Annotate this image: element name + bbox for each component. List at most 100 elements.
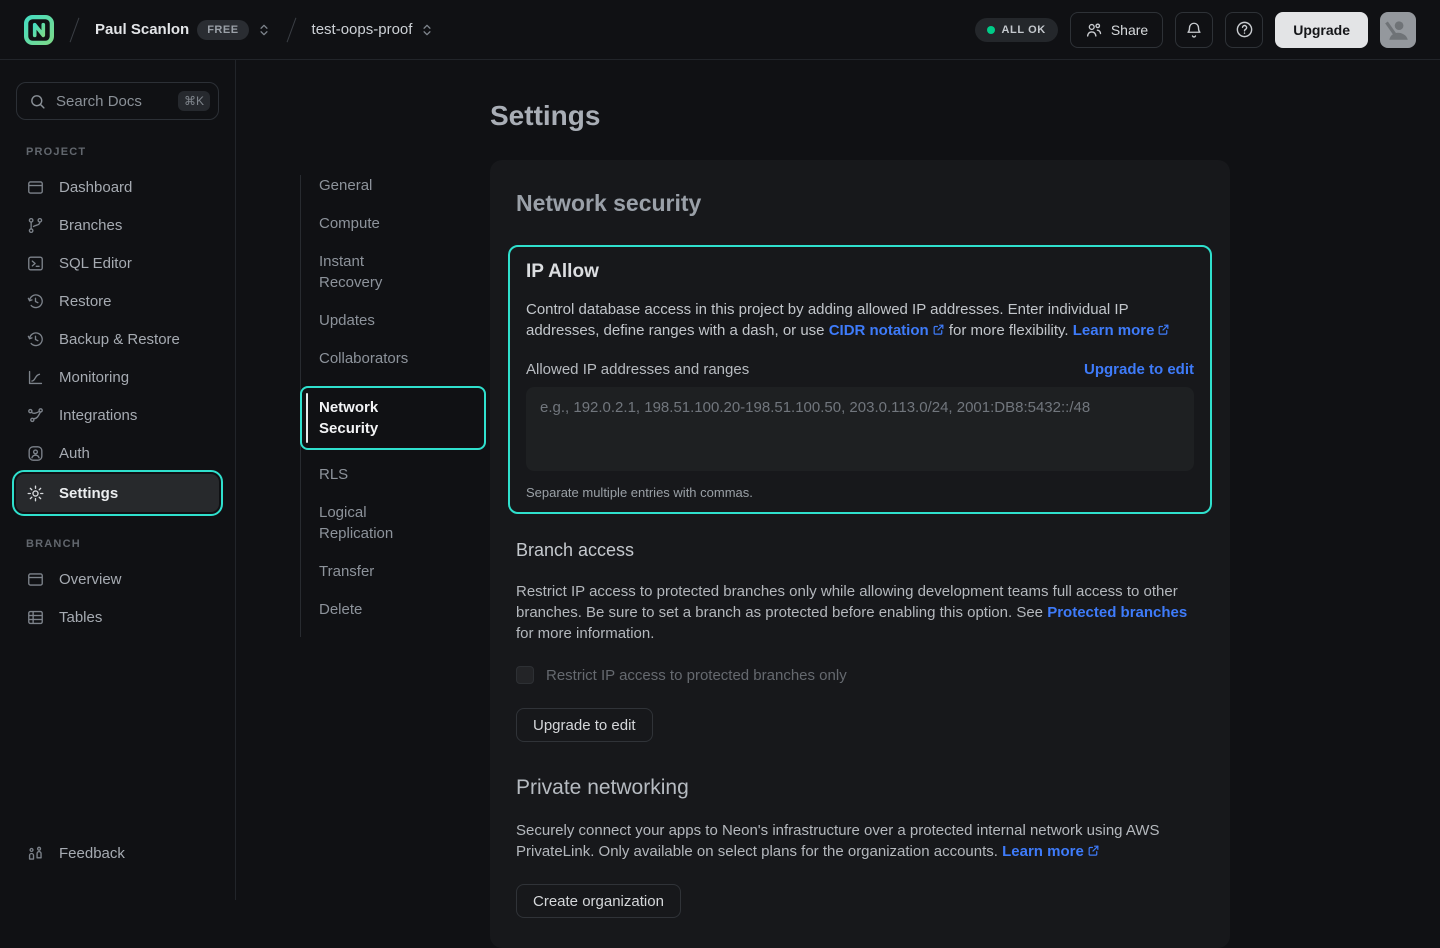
restrict-ip-checkbox[interactable] bbox=[516, 666, 534, 684]
people-icon bbox=[1085, 21, 1103, 39]
table-icon bbox=[26, 608, 45, 627]
share-button[interactable]: Share bbox=[1070, 12, 1163, 48]
main-content: Settings Network security IP Allow Contr… bbox=[490, 60, 1230, 948]
network-security-card: Network security IP Allow Control databa… bbox=[490, 160, 1230, 948]
status-label: ALL OK bbox=[1002, 24, 1046, 36]
ip-addresses-input[interactable] bbox=[526, 387, 1194, 471]
ip-field-label: Allowed IP addresses and ranges bbox=[526, 361, 749, 378]
settings-nav-delete[interactable]: Delete bbox=[301, 599, 431, 620]
integrations-nodes-icon bbox=[26, 406, 45, 425]
status-ok-dot bbox=[987, 26, 995, 34]
sidebar-item-monitoring[interactable]: Monitoring bbox=[16, 358, 219, 396]
chevron-up-down-icon bbox=[420, 23, 434, 37]
settings-subnav: General Compute Instant Recovery Updates… bbox=[300, 175, 486, 637]
external-link-icon bbox=[932, 323, 945, 336]
sidebar-item-backup-restore[interactable]: Backup & Restore bbox=[16, 320, 219, 358]
question-mark-icon bbox=[1235, 20, 1254, 39]
project-breadcrumb[interactable]: test-oops-proof bbox=[312, 21, 435, 38]
shield-user-icon bbox=[26, 444, 45, 463]
git-branch-icon bbox=[26, 216, 45, 235]
sidebar-item-restore[interactable]: Restore bbox=[16, 282, 219, 320]
chevron-up-down-icon bbox=[257, 23, 271, 37]
org-breadcrumb[interactable]: Paul Scanlon FREE bbox=[95, 20, 271, 40]
sidebar-item-label: SQL Editor bbox=[59, 255, 132, 272]
settings-nav-updates[interactable]: Updates bbox=[301, 310, 431, 331]
cidr-notation-link[interactable]: CIDR notation bbox=[829, 322, 945, 339]
history-clock-icon bbox=[26, 330, 45, 349]
sidebar-item-integrations[interactable]: Integrations bbox=[16, 396, 219, 434]
settings-nav-general[interactable]: General bbox=[301, 175, 431, 196]
upgrade-button[interactable]: Upgrade bbox=[1275, 12, 1368, 48]
feedback-button[interactable]: Feedback bbox=[16, 834, 220, 872]
top-bar: Paul Scanlon FREE test-oops-proof ALL OK… bbox=[0, 0, 1440, 60]
feedback-people-icon bbox=[26, 844, 45, 863]
sidebar-item-settings[interactable]: Settings bbox=[16, 474, 219, 512]
sidebar-item-overview[interactable]: Overview bbox=[16, 560, 219, 598]
bell-icon bbox=[1185, 21, 1203, 39]
notifications-button[interactable] bbox=[1175, 12, 1213, 48]
settings-nav-collaborators[interactable]: Collaborators bbox=[301, 348, 431, 369]
ip-allow-title: IP Allow bbox=[526, 261, 1194, 283]
learn-more-link[interactable]: Learn more bbox=[1073, 322, 1171, 339]
create-organization-button[interactable]: Create organization bbox=[516, 884, 681, 918]
sidebar-item-sql-editor[interactable]: SQL Editor bbox=[16, 244, 219, 282]
learn-more-link[interactable]: Learn more bbox=[1002, 843, 1100, 860]
search-docs-box[interactable]: ⌘K bbox=[16, 82, 219, 120]
sidebar-item-dashboard[interactable]: Dashboard bbox=[16, 168, 219, 206]
breadcrumb-divider bbox=[70, 17, 80, 42]
sidebar-item-label: Branches bbox=[59, 217, 122, 234]
protected-branches-link[interactable]: Protected branches bbox=[1047, 604, 1187, 621]
sidebar-item-label: Backup & Restore bbox=[59, 331, 180, 348]
share-label: Share bbox=[1111, 22, 1148, 38]
sidebar-item-auth[interactable]: Auth bbox=[16, 434, 219, 472]
neon-logo-icon[interactable] bbox=[24, 15, 54, 45]
avatar[interactable] bbox=[1380, 12, 1416, 48]
branch-section-label: BRANCH bbox=[26, 538, 219, 550]
sidebar-item-tables[interactable]: Tables bbox=[16, 598, 219, 636]
plan-badge: FREE bbox=[197, 20, 248, 40]
branch-access-title: Branch access bbox=[516, 540, 1204, 561]
terminal-icon bbox=[26, 254, 45, 273]
upgrade-to-edit-button[interactable]: Upgrade to edit bbox=[516, 708, 653, 742]
sidebar-item-label: Settings bbox=[59, 485, 118, 502]
branch-access-description: Restrict IP access to protected branches… bbox=[516, 581, 1196, 644]
help-button[interactable] bbox=[1225, 12, 1263, 48]
settings-nav-compute[interactable]: Compute bbox=[301, 213, 431, 234]
breadcrumb-divider bbox=[286, 17, 296, 42]
search-input[interactable] bbox=[56, 93, 168, 110]
private-networking-description: Securely connect your apps to Neon's inf… bbox=[516, 820, 1196, 862]
project-section-label: PROJECT bbox=[26, 146, 219, 158]
gear-icon bbox=[26, 484, 45, 503]
feedback-label: Feedback bbox=[59, 845, 125, 862]
settings-nav-network-security[interactable]: Network Security bbox=[300, 386, 486, 450]
sidebar-item-branches[interactable]: Branches bbox=[16, 206, 219, 244]
sidebar-item-label: Restore bbox=[59, 293, 112, 310]
chart-icon bbox=[26, 368, 45, 387]
settings-nav-logical-replication[interactable]: Logical Replication bbox=[301, 502, 431, 544]
search-icon bbox=[29, 93, 46, 110]
window-icon bbox=[26, 178, 45, 197]
settings-nav-instant-recovery[interactable]: Instant Recovery bbox=[301, 251, 431, 293]
sidebar-item-label: Tables bbox=[59, 609, 102, 626]
sidebar-item-label: Auth bbox=[59, 445, 90, 462]
window-icon bbox=[26, 570, 45, 589]
project-name: test-oops-proof bbox=[312, 21, 413, 38]
restrict-ip-checkbox-label: Restrict IP access to protected branches… bbox=[546, 667, 847, 684]
status-badge[interactable]: ALL OK bbox=[975, 18, 1058, 42]
external-link-icon bbox=[1087, 844, 1100, 857]
settings-nav-rls[interactable]: RLS bbox=[301, 464, 431, 485]
ip-allow-panel: IP Allow Control database access in this… bbox=[508, 245, 1212, 514]
private-networking-title: Private networking bbox=[516, 776, 1204, 800]
settings-nav-transfer[interactable]: Transfer bbox=[301, 561, 431, 582]
upgrade-to-edit-link[interactable]: Upgrade to edit bbox=[1084, 361, 1194, 378]
sidebar-item-label: Integrations bbox=[59, 407, 137, 424]
section-title: Network security bbox=[516, 190, 1204, 217]
restrict-ip-checkbox-row: Restrict IP access to protected branches… bbox=[516, 666, 1204, 684]
org-name: Paul Scanlon bbox=[95, 21, 189, 38]
sidebar-item-label: Monitoring bbox=[59, 369, 129, 386]
external-link-icon bbox=[1157, 323, 1170, 336]
ip-allow-description: Control database access in this project … bbox=[526, 299, 1186, 341]
page-title: Settings bbox=[490, 100, 1230, 132]
sidebar: ⌘K PROJECT Dashboard Branches SQL Editor… bbox=[0, 60, 236, 900]
sidebar-item-label: Dashboard bbox=[59, 179, 132, 196]
